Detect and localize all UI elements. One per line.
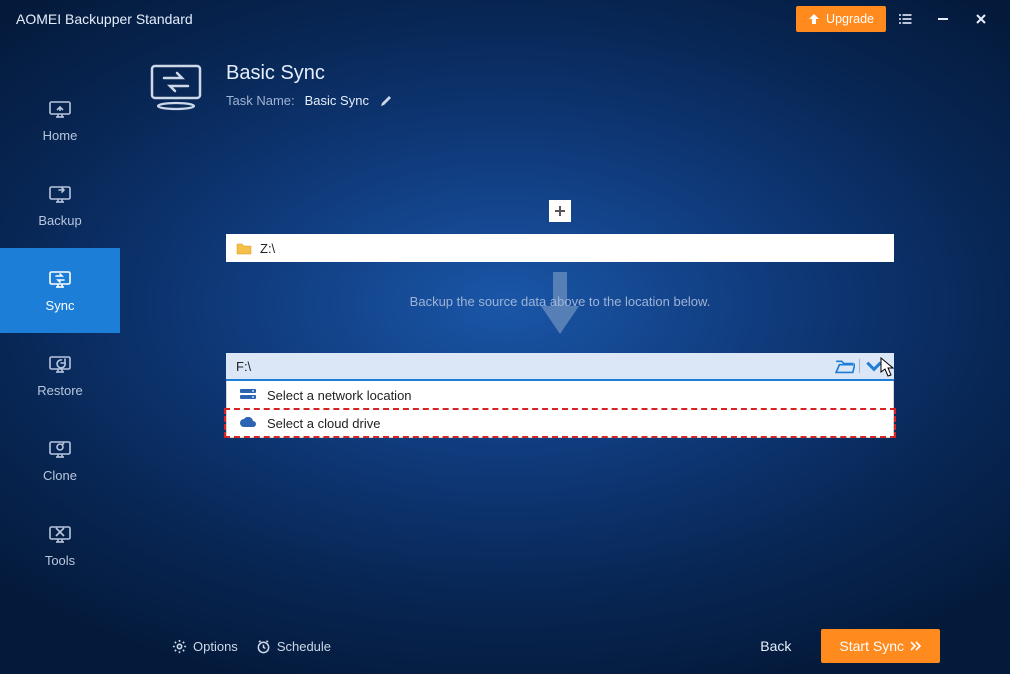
add-source-button[interactable] (549, 200, 571, 222)
chevrons-right-icon (910, 641, 922, 651)
sidebar: Home Backup Sync Restore Clone Tools (0, 38, 120, 674)
cloud-icon (239, 417, 257, 429)
back-button[interactable]: Back (746, 630, 805, 662)
backup-icon (47, 181, 73, 205)
minimize-icon (936, 12, 950, 26)
menu-icon (898, 12, 912, 26)
destination-path-bar[interactable]: F:\ (226, 353, 894, 381)
sidebar-item-tools[interactable]: Tools (0, 503, 120, 588)
options-label: Options (193, 639, 238, 654)
task-name-value[interactable]: Basic Sync (305, 93, 369, 108)
sidebar-item-label: Tools (45, 553, 75, 568)
browse-folder-button[interactable] (835, 357, 855, 375)
sidebar-item-label: Restore (37, 383, 83, 398)
sidebar-item-label: Backup (38, 213, 81, 228)
app-title: AOMEI Backupper Standard (16, 11, 193, 27)
edit-task-name-button[interactable] (379, 94, 393, 108)
task-name-label: Task Name: (226, 93, 295, 108)
dropdown-item-label: Select a network location (267, 388, 412, 403)
plus-icon (554, 205, 566, 217)
sidebar-item-label: Home (43, 128, 78, 143)
sync-icon (47, 266, 73, 290)
sidebar-item-home[interactable]: Home (0, 78, 120, 163)
sidebar-item-sync[interactable]: Sync (0, 248, 120, 333)
schedule-label: Schedule (277, 639, 331, 654)
restore-icon (47, 351, 73, 375)
gear-icon (172, 639, 187, 654)
options-button[interactable]: Options (172, 639, 238, 654)
sidebar-item-label: Sync (46, 298, 75, 313)
page-title: Basic Sync (226, 62, 393, 85)
dropdown-item-network[interactable]: Select a network location (227, 381, 893, 409)
tools-icon (47, 521, 73, 545)
upgrade-button[interactable]: Upgrade (796, 6, 886, 32)
home-icon (47, 96, 73, 120)
close-button[interactable] (962, 0, 1000, 38)
sidebar-item-backup[interactable]: Backup (0, 163, 120, 248)
sidebar-item-clone[interactable]: Clone (0, 418, 120, 503)
clone-icon (47, 436, 73, 460)
destination-path-text: F:\ (236, 359, 835, 374)
destination-dropdown: Select a network location Select a cloud… (226, 381, 894, 438)
dropdown-item-label: Select a cloud drive (267, 416, 380, 431)
sync-hint-text: Backup the source data above to the loca… (146, 294, 974, 309)
sidebar-item-restore[interactable]: Restore (0, 333, 120, 418)
minimize-button[interactable] (924, 0, 962, 38)
upgrade-label: Upgrade (826, 12, 874, 26)
cursor-icon (880, 357, 894, 377)
page-icon (146, 62, 206, 114)
schedule-button[interactable]: Schedule (256, 639, 331, 654)
source-path-text: Z:\ (260, 241, 275, 256)
start-sync-button[interactable]: Start Sync (821, 629, 940, 663)
open-folder-icon (835, 358, 855, 374)
folder-icon (236, 241, 252, 255)
dropdown-item-cloud[interactable]: Select a cloud drive (227, 409, 893, 437)
upgrade-icon (808, 13, 820, 25)
menu-button[interactable] (886, 0, 924, 38)
clock-icon (256, 639, 271, 654)
start-sync-label: Start Sync (839, 638, 904, 654)
pencil-icon (379, 94, 393, 108)
source-path-bar[interactable]: Z:\ (226, 234, 894, 262)
close-icon (974, 12, 988, 26)
sidebar-item-label: Clone (43, 468, 77, 483)
network-icon (239, 389, 257, 401)
